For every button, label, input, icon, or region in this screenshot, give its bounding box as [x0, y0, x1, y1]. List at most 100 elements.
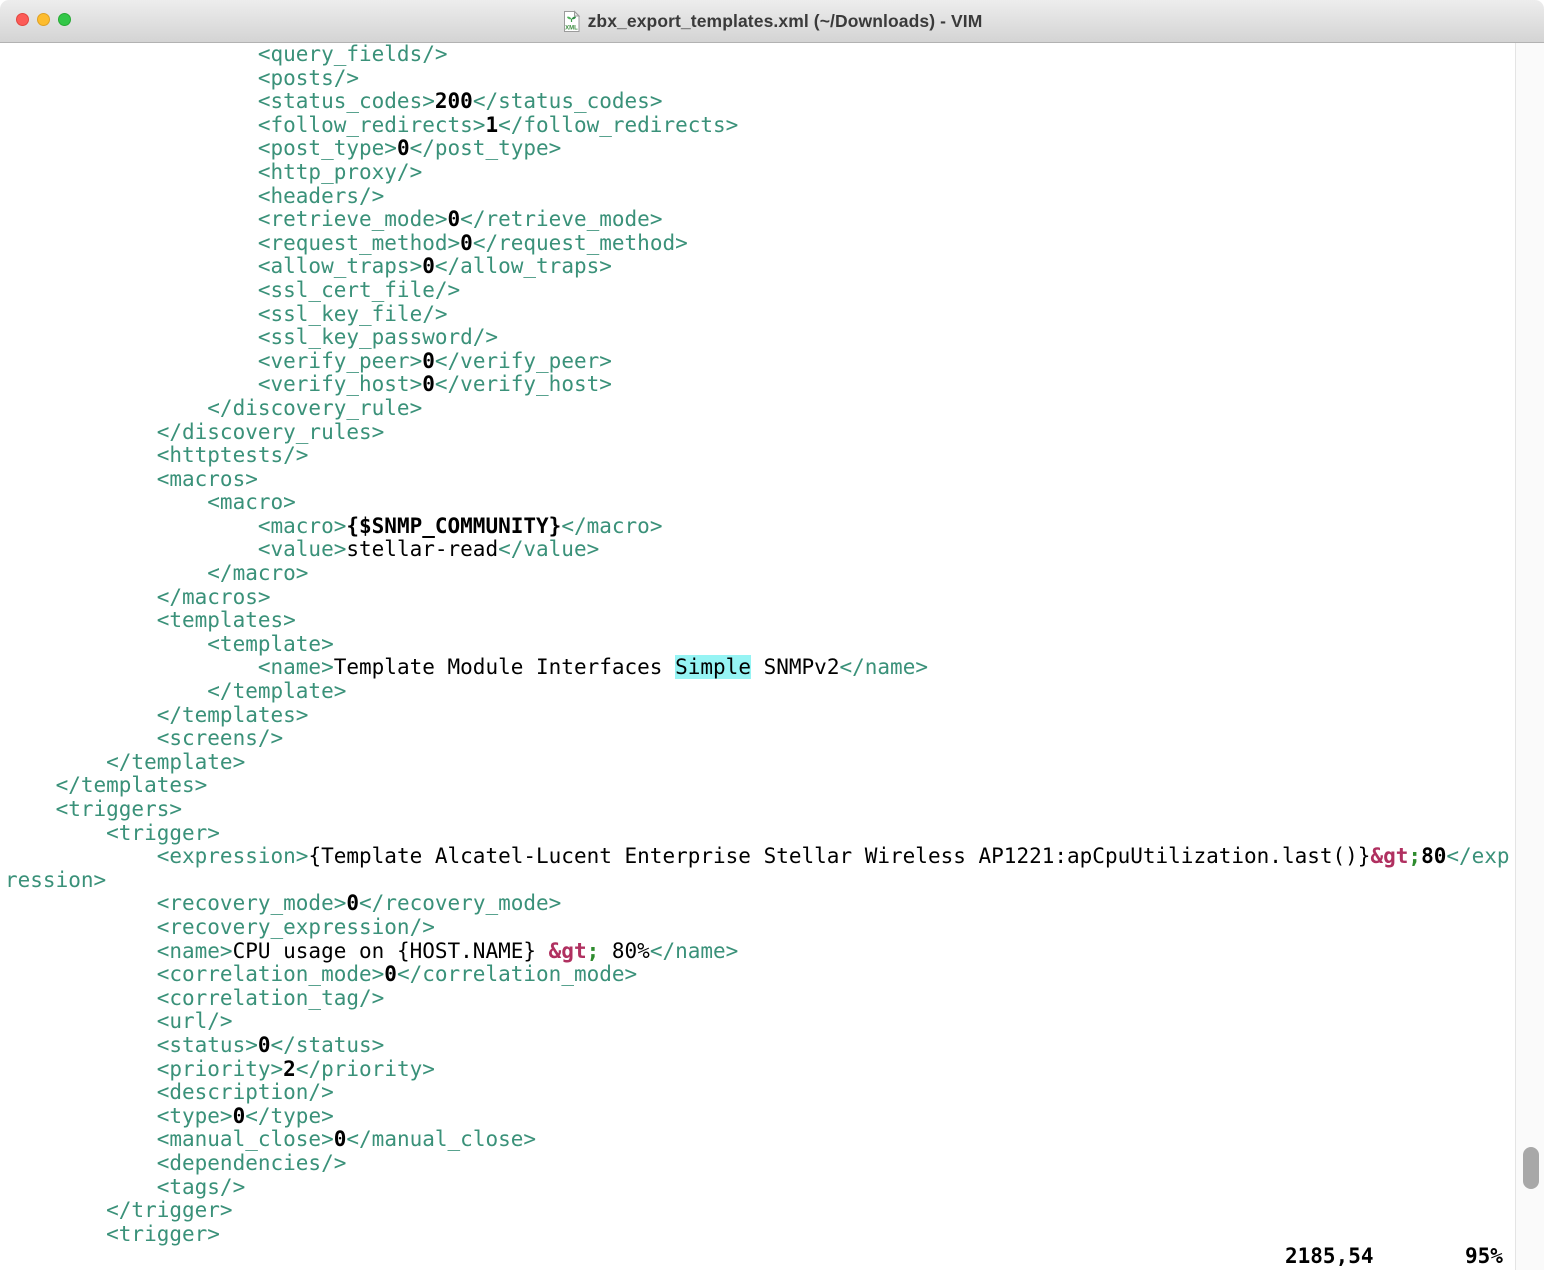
- code-line: <verify_peer>0</verify_peer>: [5, 348, 1514, 374]
- xml-value: 80: [1421, 844, 1447, 869]
- code-line: <post_type>0</post_type>: [5, 137, 1514, 161]
- xml-tag: <template>: [5, 631, 334, 656]
- svg-text:XML: XML: [565, 25, 578, 31]
- xml-value: 0: [460, 230, 473, 255]
- code-line: <recovery_expression/>: [5, 914, 1514, 940]
- window-title: zbx_export_templates.xml (~/Downloads) -…: [587, 10, 983, 31]
- xml-entity: &gt: [548, 938, 587, 963]
- code-line: <trigger>: [5, 820, 1514, 846]
- code-line: </macro>: [5, 561, 1514, 586]
- xml-tag: </recovery_mode>: [359, 891, 562, 916]
- xml-value: 2: [283, 1056, 296, 1081]
- xml-tag: <description/>: [5, 1080, 334, 1105]
- xml-tag: <http_proxy/>: [5, 159, 423, 184]
- code-line: <name>Template Module Interfaces Simple …: [5, 655, 1514, 680]
- xml-tag: <templates>: [5, 608, 296, 633]
- xml-tag: </macro>: [5, 561, 309, 586]
- xml-tag: </type>: [245, 1103, 334, 1128]
- code-line: <status_codes>200</status_codes>: [5, 89, 1514, 114]
- xml-tag: <status>: [5, 1032, 258, 1057]
- xml-tag: <trigger>: [5, 1221, 220, 1246]
- code-line: <httptests/>: [5, 443, 1514, 468]
- vim-text-area[interactable]: <query_fields/> <posts/> <status_codes>2…: [0, 43, 1544, 1270]
- xml-text: Template Module Interfaces: [333, 655, 676, 680]
- xml-tag: <post_type>: [5, 136, 397, 161]
- xml-tag: <priority>: [5, 1056, 284, 1081]
- xml-tag: </request_method>: [472, 230, 688, 255]
- xml-tag: </macros>: [5, 584, 271, 609]
- code-line: </templates>: [5, 702, 1514, 728]
- xml-value: 0: [447, 207, 461, 232]
- xml-tag: <manual_close>: [5, 1127, 334, 1152]
- xml-text: {Template Alcatel-Lucent Enterprise Stel…: [308, 844, 1371, 869]
- scrollbar-track[interactable]: [1515, 43, 1544, 1270]
- code-line: <macros>: [5, 466, 1514, 492]
- code-line: <triggers>: [5, 797, 1514, 822]
- xml-tag: <recovery_mode>: [5, 891, 347, 916]
- xml-tag: </template>: [5, 679, 347, 704]
- window-titlebar: XML zbx_export_templates.xml (~/Download…: [0, 0, 1544, 43]
- xml-tag: <headers/>: [5, 183, 385, 208]
- xml-value: 0: [232, 1103, 246, 1128]
- code-line: </template>: [5, 749, 1514, 775]
- code-line: <url/>: [5, 1010, 1514, 1034]
- xml-text: CPU usage on {HOST.NAME}: [232, 938, 549, 963]
- scrollbar-thumb[interactable]: [1523, 1147, 1539, 1189]
- xml-tag: </trigger>: [5, 1198, 233, 1223]
- code-line: <status>0</status>: [5, 1032, 1514, 1058]
- code-area: <query_fields/> <posts/> <status_codes>2…: [5, 43, 1514, 1246]
- xml-value: {$SNMP_COMMUNITY}: [346, 513, 562, 538]
- xml-tag: <screens/>: [5, 726, 284, 751]
- xml-tag: </exp: [1446, 844, 1510, 869]
- xml-tag: </correlation_mode>: [396, 962, 638, 987]
- code-line: ression>: [5, 868, 1514, 893]
- xml-tag: <ssl_key_file/>: [5, 301, 448, 326]
- xml-tag: <trigger>: [5, 820, 220, 845]
- xml-tag: <tags/>: [5, 1174, 246, 1199]
- code-line: </macros>: [5, 584, 1514, 610]
- xml-value: 0: [422, 372, 435, 397]
- code-line: <ssl_key_file/>: [5, 301, 1514, 327]
- xml-value: 0: [257, 1032, 271, 1057]
- xml-entity-semicolon: ;: [586, 938, 600, 963]
- code-line: <screens/>: [5, 726, 1514, 751]
- xml-tag: </name>: [649, 938, 739, 963]
- xml-tag: </post_type>: [409, 136, 562, 161]
- code-line: <http_proxy/>: [5, 159, 1514, 185]
- xml-tag: </retrieve_mode>: [460, 207, 663, 232]
- xml-tag: <follow_redirects>: [5, 112, 486, 137]
- xml-tag: <correlation_mode>: [5, 962, 385, 987]
- xml-tag: <query_fields/>: [5, 43, 448, 66]
- xml-entity: &gt: [1370, 844, 1409, 869]
- xml-tag: <expression>: [5, 844, 309, 869]
- code-line: </templates>: [5, 774, 1514, 798]
- xml-tag: <posts/>: [5, 65, 360, 90]
- ruler-cursor-position: 2185,54: [1285, 1244, 1374, 1269]
- xml-tag: <retrieve_mode>: [5, 207, 448, 232]
- xml-tag: </templates>: [5, 702, 309, 727]
- titlebar-center: XML zbx_export_templates.xml (~/Download…: [0, 0, 1544, 42]
- xml-tag: </template>: [5, 749, 246, 774]
- xml-tag: </verify_host>: [434, 372, 612, 397]
- vim-window: XML zbx_export_templates.xml (~/Download…: [0, 0, 1544, 1270]
- xml-tag: </verify_peer>: [434, 348, 612, 373]
- xml-tag: <macros>: [5, 466, 258, 491]
- code-line: <name>CPU usage on {HOST.NAME} &gt; 80%<…: [5, 938, 1514, 964]
- code-line: <template>: [5, 631, 1514, 657]
- xml-tag: <ssl_cert_file/>: [5, 277, 461, 302]
- xml-tag: </templates>: [5, 773, 208, 798]
- xml-tag: <verify_peer>: [5, 348, 423, 373]
- xml-tag: </follow_redirects>: [498, 112, 739, 137]
- xml-tag: <verify_host>: [5, 372, 423, 397]
- xml-tag: <recovery_expression/>: [5, 914, 435, 939]
- code-line: <ssl_cert_file/>: [5, 277, 1514, 303]
- code-line: </discovery_rules>: [5, 420, 1514, 445]
- xml-tag: <name>: [5, 655, 334, 680]
- vim-ruler: 2185,54 95%: [5, 1245, 1514, 1269]
- xml-tag: <name>: [5, 938, 233, 963]
- code-line: <allow_traps>0</allow_traps>: [5, 255, 1514, 279]
- xml-tag: </allow_traps>: [434, 254, 612, 279]
- xml-value: 0: [333, 1127, 347, 1152]
- xml-entity-semicolon: ;: [1408, 844, 1422, 869]
- xml-tag: </value>: [498, 537, 600, 562]
